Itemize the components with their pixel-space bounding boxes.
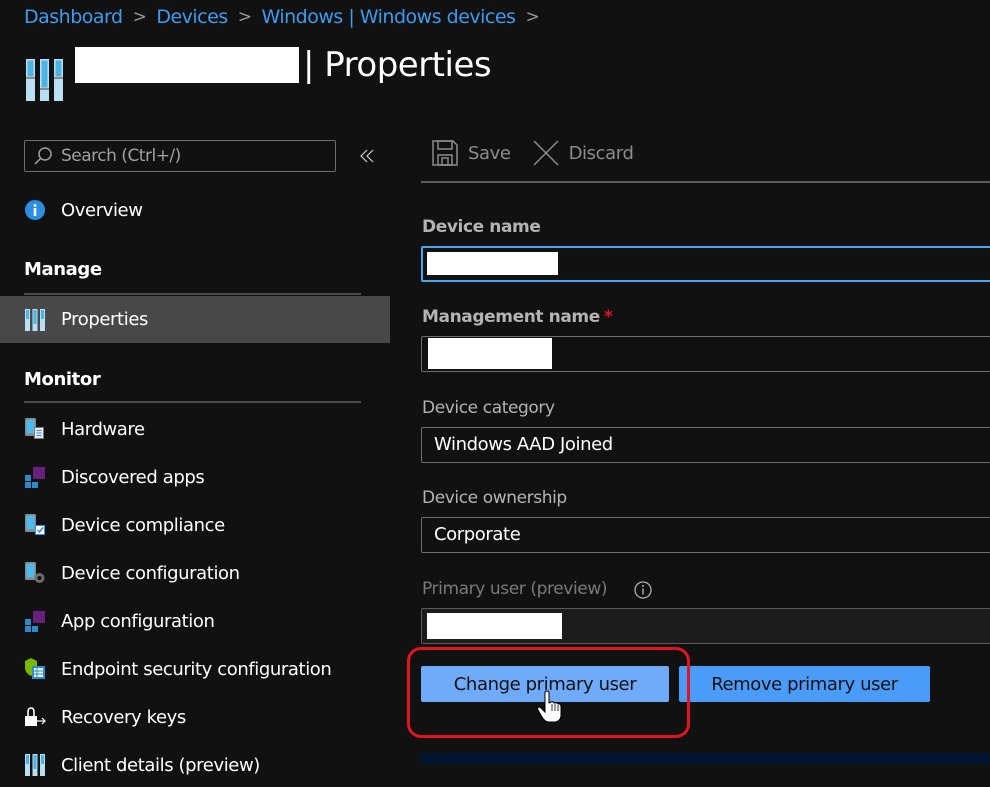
save-button[interactable]: Save [432, 140, 511, 166]
required-marker: * [603, 307, 613, 327]
sidebar-item-hardware[interactable]: Hardware [0, 407, 390, 451]
sidebar-item-label: Endpoint security configuration [61, 658, 332, 680]
device-name-value-redacted [427, 252, 558, 275]
sidebar-item-recovery-keys[interactable]: Recovery keys [0, 695, 390, 739]
primary-user-field [421, 608, 990, 644]
page-title: | Properties [303, 45, 492, 85]
device-name-redacted [75, 47, 299, 83]
sidebar-item-label: Device configuration [61, 562, 240, 584]
discard-label: Discard [568, 142, 634, 164]
sidebar-item-label: Client details (preview) [61, 754, 260, 776]
recovery-keys-icon [24, 706, 46, 728]
primary-user-label: Primary user (preview) [422, 579, 608, 599]
primary-user-value-redacted [427, 613, 562, 639]
management-name-label-text: Management name [422, 307, 600, 327]
sidebar-item-label: Device compliance [61, 514, 225, 536]
sidebar-item-device-configuration[interactable]: Device configuration [0, 551, 390, 595]
double-chevron-left-icon [360, 149, 374, 163]
section-header-monitor: Monitor [24, 369, 101, 390]
device-name-label: Device name [422, 217, 541, 237]
sidebar-item-label: Properties [61, 309, 148, 330]
breadcrumb-separator: > [525, 7, 540, 27]
device-category-field[interactable]: Windows AAD Joined [421, 427, 990, 463]
sidebar-item-properties[interactable]: Properties [0, 296, 390, 343]
breadcrumb-devices[interactable]: Devices [156, 6, 228, 28]
endpoint-security-icon [24, 658, 46, 680]
search-input[interactable] [59, 145, 323, 167]
hardware-icon [24, 418, 46, 440]
client-details-icon [24, 754, 46, 776]
discovered-apps-icon [24, 466, 46, 488]
change-primary-user-button[interactable]: Change primary user [421, 666, 669, 702]
section-divider [24, 293, 361, 295]
sidebar-item-label: Recovery keys [61, 706, 186, 728]
section-divider [24, 401, 361, 403]
info-circle-icon[interactable] [634, 581, 652, 599]
device-ownership-field[interactable]: Corporate [421, 517, 990, 553]
sidebar-item-client-details[interactable]: Client details (preview) [0, 743, 390, 787]
sidebar-item-device-compliance[interactable]: Device compliance [0, 503, 390, 547]
management-name-label: Management name * [422, 307, 613, 327]
sidebar-item-label: Discovered apps [61, 466, 205, 488]
search-icon [34, 147, 52, 165]
sidebar-search[interactable] [24, 140, 336, 172]
sidebar-item-label: Overview [61, 199, 143, 221]
sidebar-item-label: Hardware [61, 418, 145, 440]
remove-primary-user-button[interactable]: Remove primary user [679, 666, 930, 702]
device-name-field[interactable] [421, 246, 990, 282]
sidebar-item-app-configuration[interactable]: App configuration [0, 599, 390, 643]
breadcrumb-windows-devices[interactable]: Windows | Windows devices [261, 6, 515, 28]
sidebar-item-discovered-apps[interactable]: Discovered apps [0, 455, 390, 499]
breadcrumb-separator: > [237, 7, 252, 27]
breadcrumb-separator: > [132, 7, 147, 27]
close-icon [533, 140, 559, 166]
sidebar-item-endpoint-security[interactable]: Endpoint security configuration [0, 647, 390, 691]
properties-sliders-icon [26, 59, 64, 101]
save-icon [432, 140, 458, 166]
device-compliance-icon [24, 514, 46, 536]
device-category-label: Device category [422, 398, 555, 418]
device-ownership-value: Corporate [434, 524, 521, 545]
sidebar-item-overview[interactable]: Overview [0, 188, 390, 232]
collapse-sidebar-button[interactable] [356, 144, 380, 168]
save-label: Save [468, 142, 511, 164]
device-category-value: Windows AAD Joined [434, 434, 613, 455]
discard-button[interactable]: Discard [533, 140, 634, 166]
command-bar: Save Discard [432, 140, 655, 166]
sidebar-item-label: App configuration [61, 610, 215, 632]
management-name-field[interactable] [421, 336, 990, 372]
info-icon [24, 199, 46, 221]
toolbar-divider [421, 181, 990, 183]
device-configuration-icon [24, 562, 46, 584]
breadcrumb-dashboard[interactable]: Dashboard [24, 6, 123, 28]
section-header-manage: Manage [24, 259, 102, 280]
properties-icon [24, 308, 46, 331]
device-ownership-label: Device ownership [422, 488, 567, 508]
management-name-value-redacted [428, 338, 552, 369]
breadcrumb: Dashboard > Devices > Windows | Windows … [24, 6, 549, 28]
bottom-panel [421, 753, 990, 764]
app-configuration-icon [24, 610, 46, 632]
